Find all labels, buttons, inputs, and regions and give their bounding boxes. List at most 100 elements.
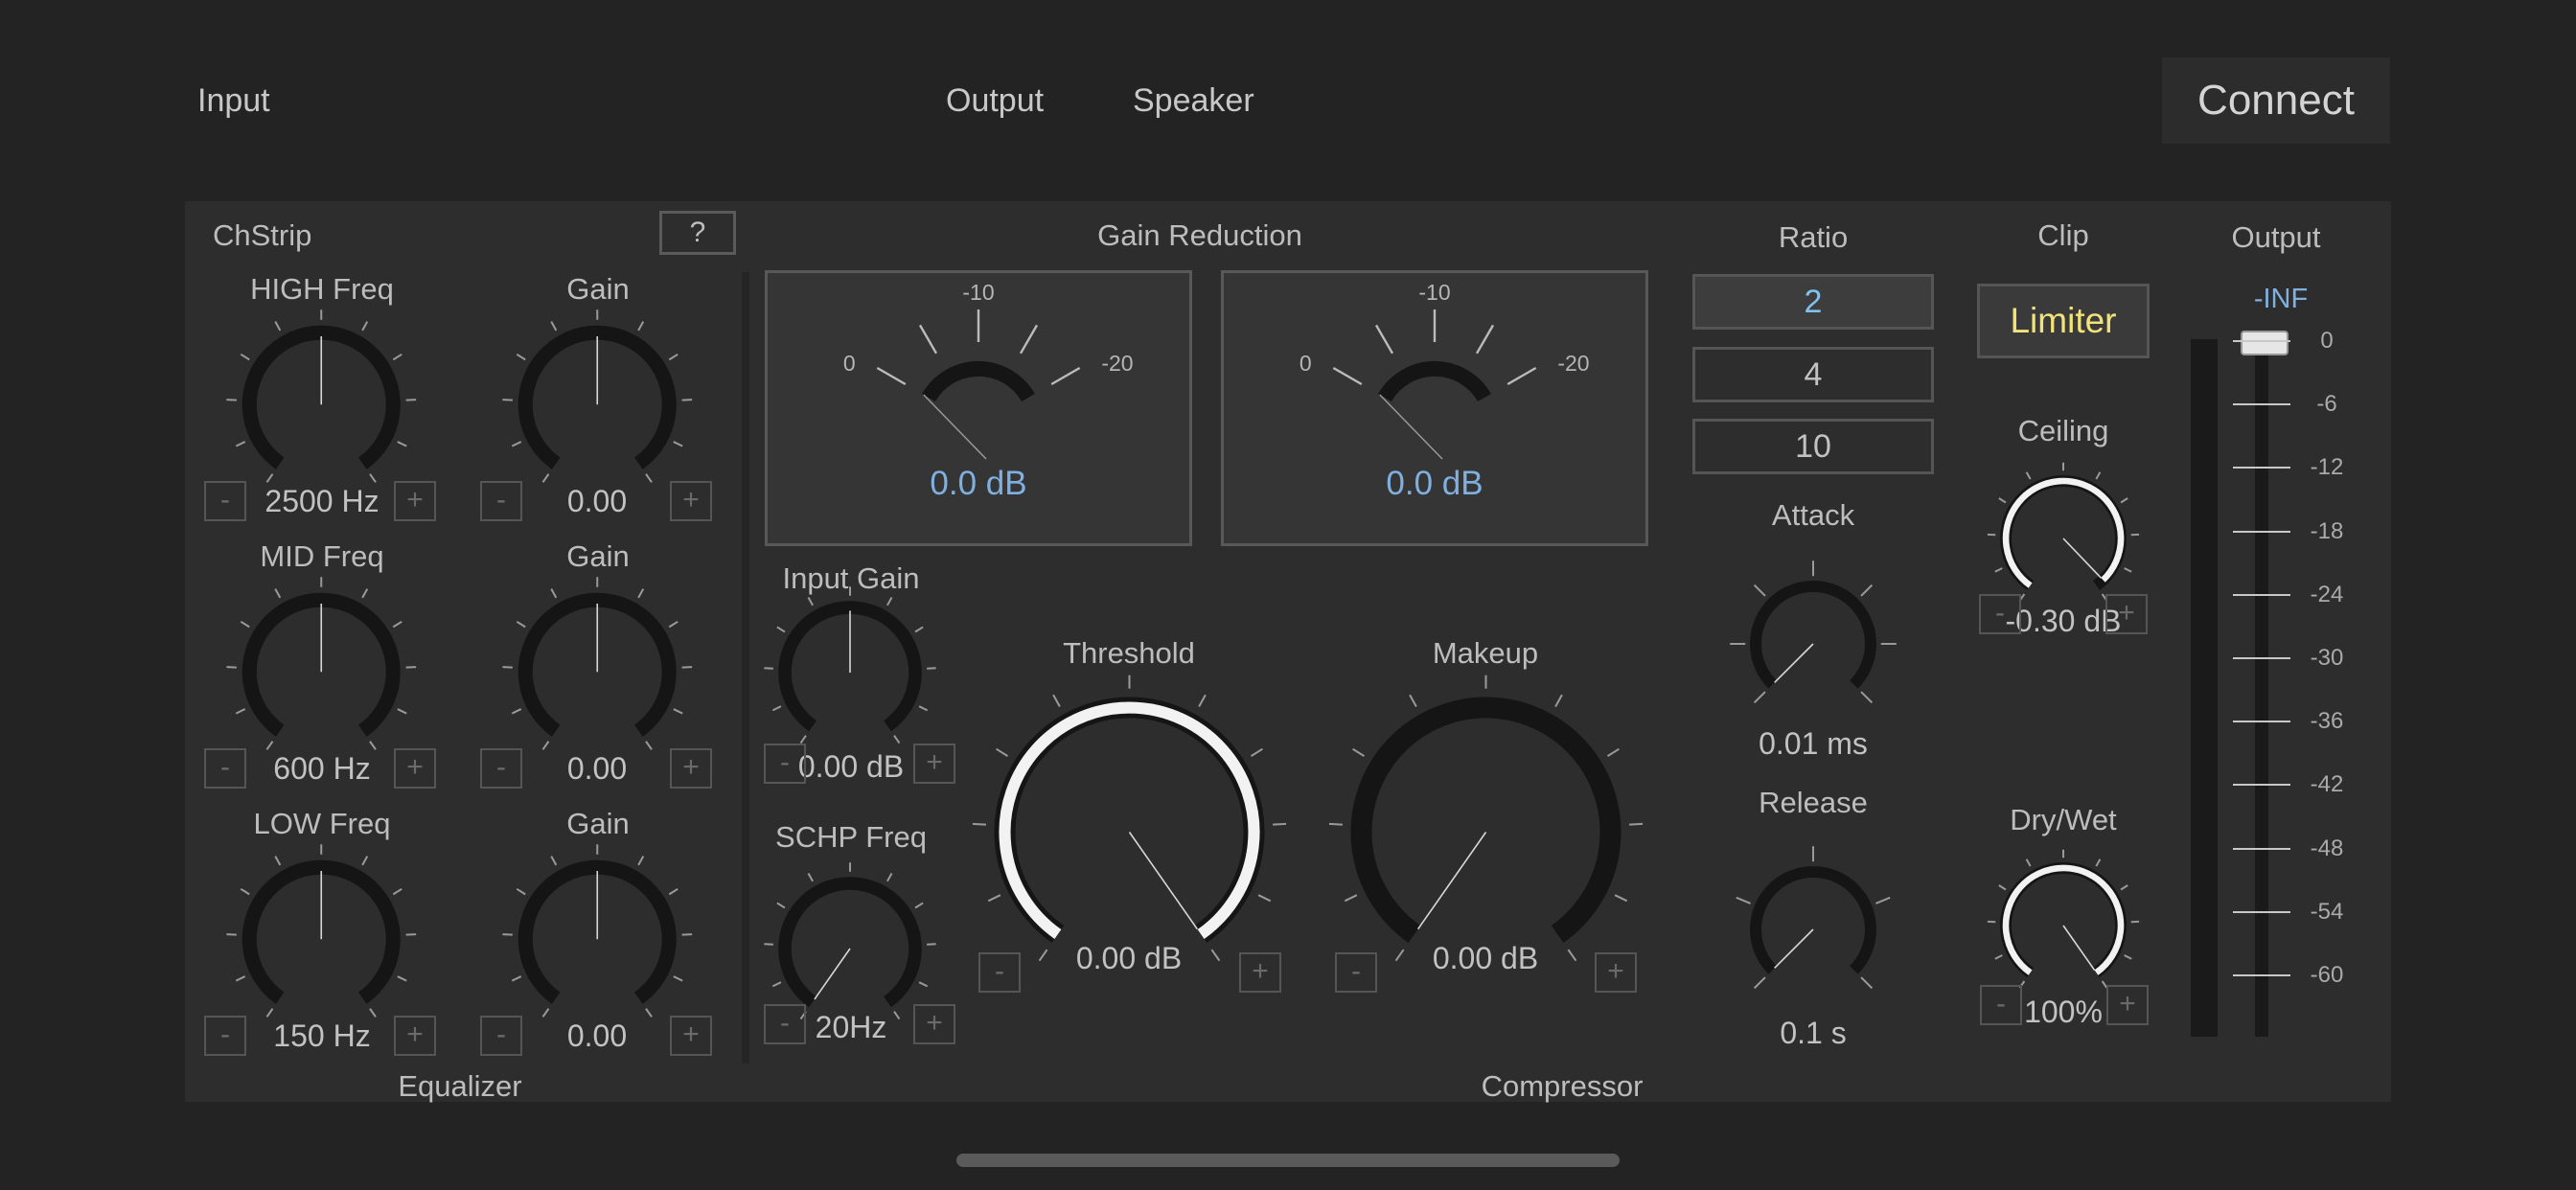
drywet-knob-tick	[2124, 954, 2132, 960]
eq-high-freq-value: 2500 Hz	[264, 484, 380, 518]
output-scale-label: -60	[2310, 962, 2344, 988]
output-scale-label: -42	[2310, 771, 2344, 798]
output-scale-tick	[2233, 974, 2290, 976]
threshold-knob-tick	[1250, 747, 1263, 757]
input-tab[interactable]: Input	[197, 82, 270, 120]
ceiling-plus-button[interactable]: +	[2105, 594, 2148, 634]
ratio-option-4[interactable]: 4	[1692, 347, 1934, 402]
input-gain-knob-tick	[771, 705, 782, 712]
eq-high-freq-plus-button[interactable]: +	[394, 481, 436, 521]
output-scale-label: -30	[2310, 645, 2344, 671]
ceiling-knob-value-arc	[2002, 477, 2125, 588]
help-button[interactable]: ?	[659, 211, 736, 255]
makeup-plus-button[interactable]: +	[1595, 952, 1637, 993]
attack-knob-needle	[1774, 643, 1814, 683]
makeup-knob-tick	[1408, 694, 1417, 707]
eq-mid-freq-knob-tick	[235, 707, 245, 715]
eq-low-gain-minus-button[interactable]: -	[480, 1016, 522, 1056]
eq-mid-freq-knob-tick	[274, 587, 281, 599]
gain-reduction-meter-1-tick	[1050, 366, 1081, 386]
makeup-knob-needle	[1416, 831, 1486, 929]
eq-low-gain-knob-tick	[637, 855, 644, 866]
eq-high-gain-minus-button[interactable]: -	[480, 481, 522, 521]
attack-knob-tick	[1753, 691, 1766, 704]
eq-high-freq-minus-button[interactable]: -	[204, 481, 246, 521]
eq-mid-gain-knob-tick	[673, 707, 683, 715]
output-level-meter	[2191, 339, 2218, 1037]
eq-high-freq-knob-tick	[368, 472, 377, 483]
release-knob[interactable]	[1713, 829, 1914, 1030]
eq-mid-gain-value: 0.00	[566, 751, 628, 786]
gain-reduction-meter-1-tick-label: 0	[843, 351, 856, 376]
limiter-button[interactable]: Limiter	[1977, 284, 2150, 358]
schp-freq-knob-track	[778, 877, 922, 1008]
eq-mid-freq-plus-button[interactable]: +	[394, 748, 436, 789]
eq-mid-gain-knob-tick	[637, 587, 644, 599]
attack-knob-track	[1750, 580, 1876, 689]
output-scale-tick	[2233, 340, 2290, 342]
gain-reduction-meter-2: 0 -10 -20 0.0 dB	[1221, 270, 1648, 546]
eq-low-freq-plus-button[interactable]: +	[394, 1016, 436, 1056]
eq-mid-gain-minus-button[interactable]: -	[480, 748, 522, 789]
output-scale-tick	[2233, 784, 2290, 787]
output-scale-label: -18	[2310, 517, 2344, 544]
eq-low-gain-plus-button[interactable]: +	[670, 1016, 712, 1056]
ceiling-knob-tick	[1994, 567, 2003, 573]
output-tab[interactable]: Output	[946, 82, 1044, 120]
gain-reduction-meter-1-tick-label: -10	[962, 280, 994, 305]
output-scale-tick	[2233, 403, 2290, 406]
attack-knob[interactable]	[1713, 543, 1914, 744]
release-knob-tick	[1753, 976, 1766, 990]
ratio-option-2[interactable]: 2	[1692, 274, 1934, 330]
input-gain-knob-tick	[807, 597, 814, 606]
eq-low-freq-knob-tick	[405, 932, 416, 936]
gain-reduction-meter-1-value: 0.0 dB	[930, 465, 1027, 502]
eq-mid-freq-minus-button[interactable]: -	[204, 748, 246, 789]
eq-high-gain-plus-button[interactable]: +	[670, 481, 712, 521]
eq-low-freq-knob-tick	[361, 855, 368, 866]
output-fader-track[interactable]	[2255, 335, 2268, 1037]
makeup-knob-tick	[1628, 822, 1643, 826]
eq-mid-gain-plus-button[interactable]: +	[670, 748, 712, 789]
threshold-knob-tick	[1197, 694, 1207, 707]
gain-reduction-meter-1-tick	[1019, 324, 1039, 355]
eq-high-gain-knob-tick	[541, 472, 550, 483]
drywet-minus-button[interactable]: -	[1980, 985, 2022, 1025]
gain-reduction-meter-1-tick	[918, 324, 938, 355]
connect-button[interactable]: Connect	[2162, 57, 2390, 144]
eq-mid-freq-knob-tick	[226, 665, 237, 669]
makeup-minus-button[interactable]: -	[1335, 952, 1377, 993]
attack-knob-tick	[1753, 584, 1766, 597]
output-fader-handle[interactable]	[2241, 331, 2288, 355]
input-gain-minus-button[interactable]: -	[764, 744, 806, 784]
eq-low-freq-knob-tick	[397, 974, 407, 982]
drywet-plus-button[interactable]: +	[2106, 985, 2149, 1025]
drywet-knob-tick	[1994, 954, 2003, 960]
eq-low-freq-minus-button[interactable]: -	[204, 1016, 246, 1056]
makeup-knob-tick	[1606, 747, 1620, 757]
input-gain-knob-tick	[886, 597, 893, 606]
schp-freq-minus-button[interactable]: -	[764, 1004, 806, 1044]
output-label: Output	[2231, 220, 2321, 254]
speaker-tab[interactable]: Speaker	[1133, 82, 1254, 120]
makeup-knob[interactable]	[1268, 614, 1704, 1050]
eq-high-freq-knob-tick	[361, 320, 368, 332]
eq-low-gain-knob-tick	[516, 887, 526, 895]
drywet-knob-tick	[2120, 884, 2128, 891]
eq-high-gain-knob-tick	[511, 440, 521, 447]
gain-reduction-meter-2-value: 0.0 dB	[1386, 465, 1484, 502]
threshold-minus-button[interactable]: -	[978, 952, 1021, 993]
eq-mid-gain-knob-tick	[511, 707, 521, 715]
eq-mid-gain-knob-tick	[541, 740, 550, 750]
attack-value: 0.01 ms	[1759, 726, 1868, 761]
ceiling-knob-tick	[2025, 471, 2032, 480]
ratio-option-10[interactable]: 10	[1692, 419, 1934, 474]
eq-high-gain-knob-tick	[644, 472, 653, 483]
chstrip-title: ChStrip	[213, 218, 312, 252]
eq-low-gain-knob-tick	[550, 855, 557, 866]
ceiling-minus-button[interactable]: -	[1979, 594, 2021, 634]
input-gain-knob-tick	[776, 626, 786, 633]
output-scale-label: -24	[2310, 581, 2344, 607]
threshold-knob-needle	[1128, 831, 1198, 929]
gain-reduction-meter-2-tick	[1475, 324, 1495, 355]
